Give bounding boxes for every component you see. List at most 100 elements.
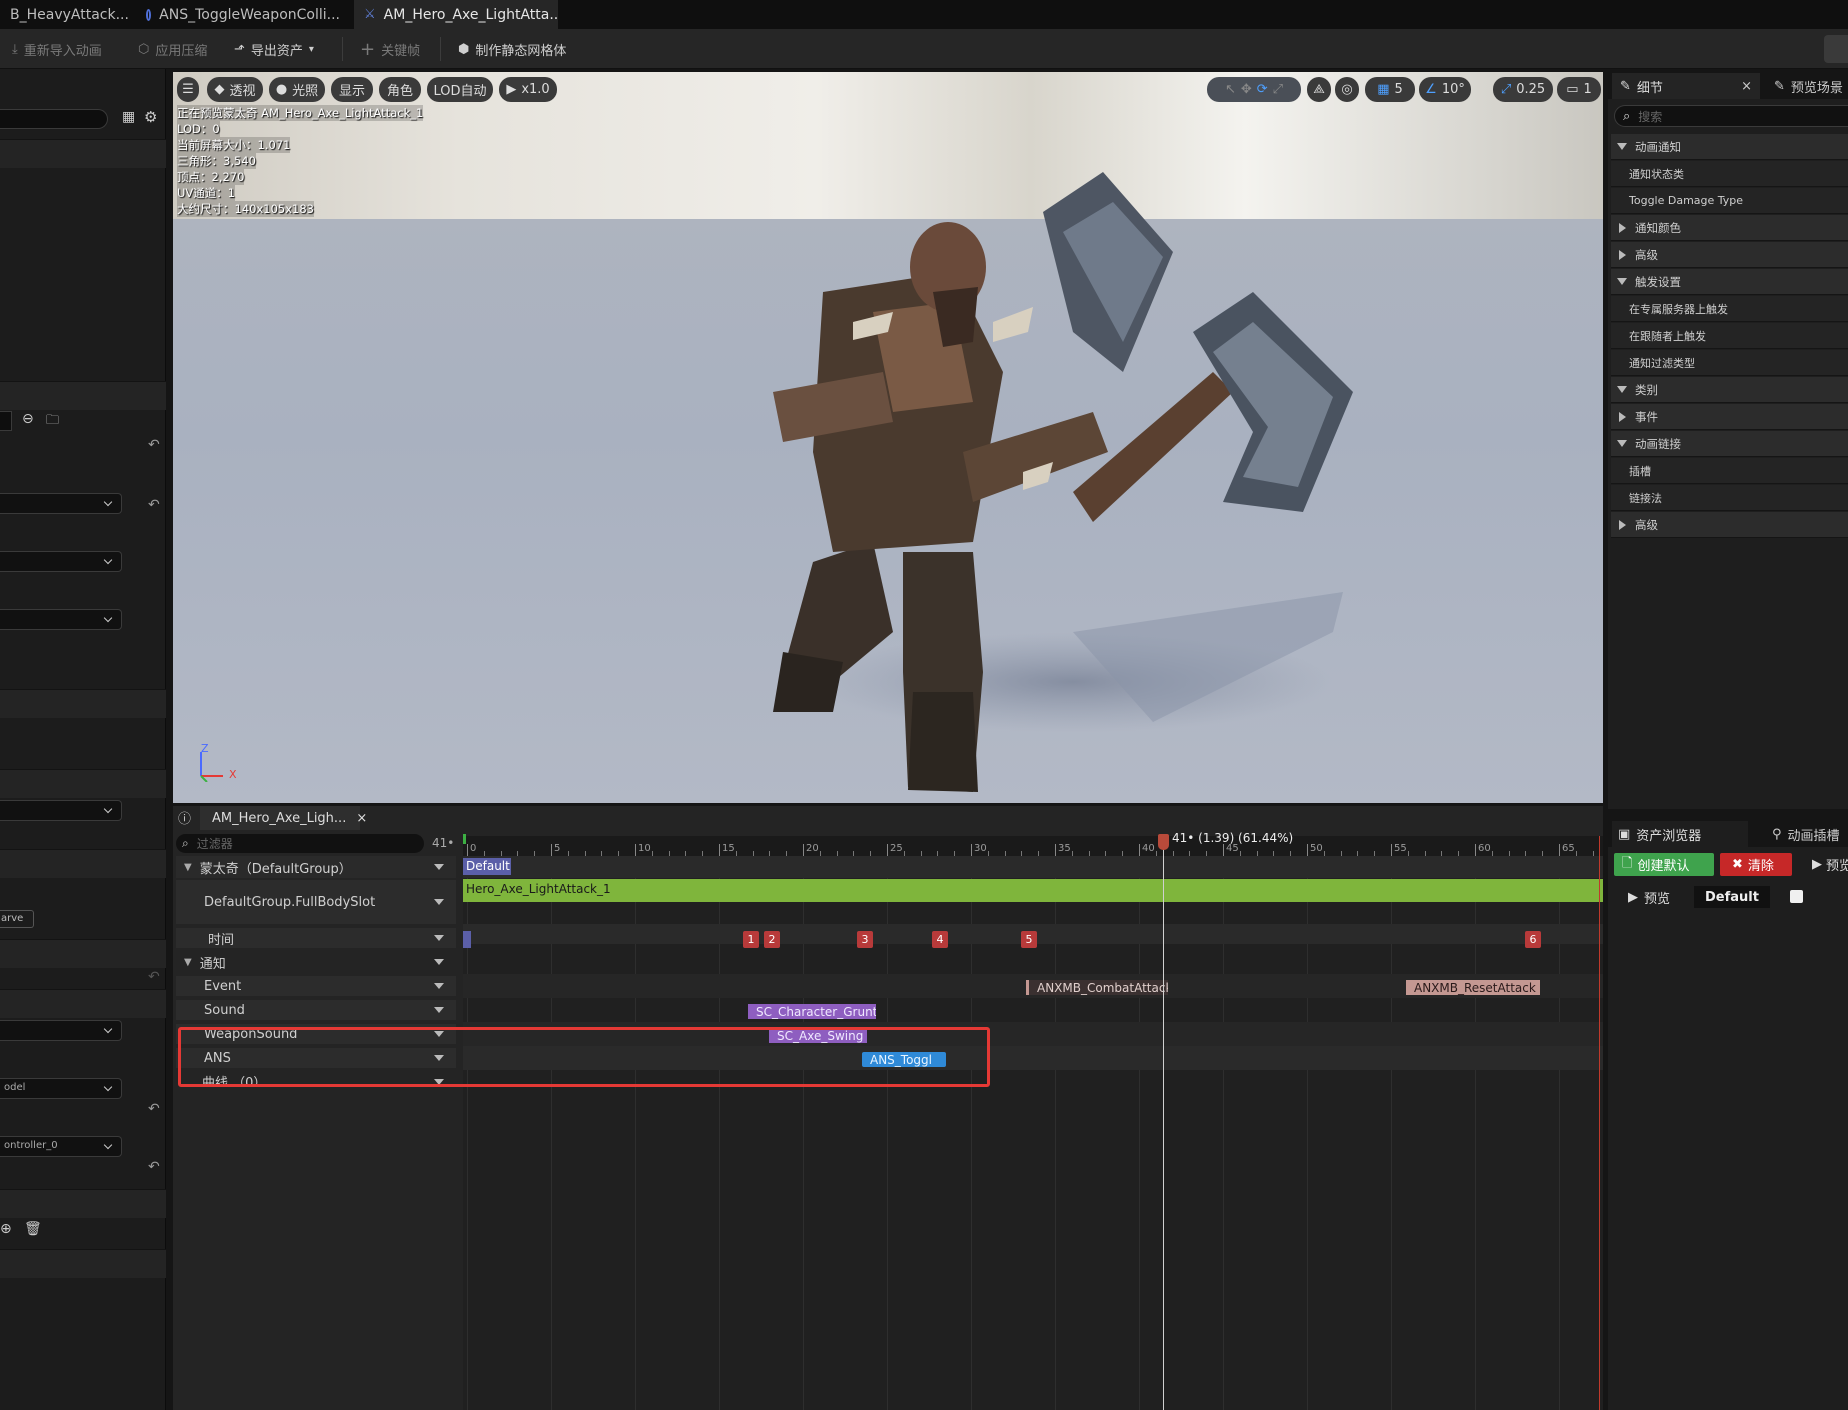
details-search-input[interactable]: ⌕ 搜索 (1614, 105, 1848, 127)
slot-icon: ⚲ (1772, 826, 1782, 842)
track-notifies[interactable]: ▼ 通知 (176, 952, 456, 972)
timeline-area[interactable] (463, 836, 1603, 1410)
close-icon[interactable]: × (1741, 79, 1752, 94)
details-category[interactable]: 触发设置 (1611, 269, 1848, 295)
scale-snap-button[interactable]: ⤢ 0.25 (1493, 77, 1553, 102)
lod-button[interactable]: LOD自动 (427, 77, 493, 102)
world-local-button[interactable]: ◎ (1335, 77, 1359, 102)
show-button[interactable]: 显示 (331, 77, 373, 102)
details-category[interactable]: 高级 (1611, 512, 1848, 538)
tab-anim-slots[interactable]: ⚲ 动画插槽 (1772, 821, 1848, 847)
perspective-button[interactable]: ◆ 透视 (207, 77, 263, 102)
gear-icon[interactable]: ⚙ (144, 108, 157, 126)
details-property[interactable]: 在跟随者上触发 (1611, 323, 1848, 349)
sequencer-filter-input[interactable]: ⌕ 过滤器 (176, 834, 424, 853)
details-category[interactable]: 类别 (1611, 377, 1848, 403)
details-category[interactable]: 动画通知 (1611, 134, 1848, 160)
playhead-handle[interactable] (1158, 834, 1169, 850)
details-property[interactable]: 插槽 (1611, 458, 1848, 484)
reset-icon[interactable]: ↶ (148, 1159, 160, 1175)
notify-reset-attack[interactable]: ANXMB_ResetAttack (1406, 980, 1540, 995)
make-static-mesh-button[interactable]: ⬢ 制作静态网格体 (458, 29, 566, 69)
notify-character-grunt[interactable]: SC_Character_Grunt (748, 1004, 876, 1019)
section-default-field[interactable]: Default (1694, 886, 1770, 908)
tab-details[interactable]: ✎ 细节 × (1612, 73, 1760, 99)
marker-4[interactable]: 4 (932, 931, 948, 948)
details-property[interactable]: 通知过滤类型 (1611, 350, 1848, 376)
viewport[interactable]: ☰ ◆ 透视 ● 光照 显示 角色 LOD自动 ▶ x1.0 正在预览蒙太奇 AM_H… (173, 72, 1603, 803)
details-property[interactable]: 在专属服务器上触发 (1611, 296, 1848, 322)
reset-icon[interactable]: ↶ (148, 437, 160, 453)
track-time[interactable]: 时间 (176, 928, 456, 948)
notify-combat-attack[interactable]: ANXMB_CombatAttack (1026, 980, 1168, 995)
marker-6[interactable]: 6 (1525, 931, 1541, 948)
curve-chip[interactable]: arve (0, 910, 34, 928)
marker-5[interactable]: 5 (1021, 931, 1037, 948)
tab-ans-toggle[interactable]: ANS_ToggleWeaponColli... (136, 0, 350, 29)
left-combo-3[interactable] (0, 609, 122, 630)
left-combo-2[interactable] (0, 551, 122, 572)
clear-button[interactable]: ✖ 清除 (1720, 853, 1792, 876)
track-event[interactable]: Event (176, 976, 456, 996)
reimport-button[interactable]: ⤓ 重新导入动画 (12, 29, 102, 69)
timeline-ruler[interactable] (463, 836, 1603, 856)
reset-icon[interactable]: ↶ (148, 1101, 160, 1117)
marker-3[interactable]: 3 (857, 931, 873, 948)
create-default-button[interactable]: 🗋 创建默认 (1614, 853, 1714, 876)
tab-montage-sequencer[interactable]: AM_Hero_Axe_Ligh... × (200, 806, 367, 830)
details-category[interactable]: 动画链接 (1611, 431, 1848, 457)
left-combo-1[interactable] (0, 493, 122, 514)
angle-snap-button[interactable]: ∠ 10° (1419, 77, 1471, 102)
tab-preview-scene[interactable]: ✎ 预览场景 (1774, 73, 1848, 99)
apply-compression-button[interactable]: ⬡ 应用压缩 (138, 29, 207, 69)
left-field[interactable] (0, 411, 12, 431)
reset-icon[interactable]: ↶ (148, 497, 160, 513)
section-default[interactable]: Default (463, 858, 511, 875)
details-category[interactable]: 高级 (1611, 242, 1848, 268)
reset-icon[interactable]: ↶ (148, 969, 160, 985)
add-circle-icon[interactable]: ⊕ (0, 1221, 12, 1237)
playback-speed-button[interactable]: ▶ x1.0 (499, 77, 557, 102)
details-property[interactable]: 通知状态类 (1611, 161, 1848, 187)
track-slot[interactable]: DefaultGroup.FullBodySlot (176, 880, 456, 924)
tab-heavy-attack[interactable]: B_HeavyAttack... • (0, 0, 132, 29)
settings-button[interactable] (1824, 35, 1848, 63)
details-category[interactable]: 通知颜色 (1611, 215, 1848, 241)
trash-icon[interactable]: 🗑 (24, 1221, 42, 1237)
grid-snap-button[interactable]: ▦ 5 (1365, 77, 1415, 102)
marker-2[interactable]: 2 (764, 931, 780, 948)
loop-checkbox[interactable] (1790, 890, 1803, 903)
camera-speed-button[interactable]: ▭ 1 (1557, 77, 1601, 102)
keyframe-button[interactable]: + 关键帧 (360, 29, 420, 69)
anim-segment[interactable]: Hero_Axe_LightAttack_1 (463, 879, 1603, 902)
expand-triangle-icon (1617, 278, 1627, 285)
left-combo-5[interactable] (0, 1020, 122, 1041)
tab-am-hero-axe[interactable]: ⚔ AM_Hero_Axe_LightAtta... × (354, 0, 558, 29)
viewport-menu-button[interactable]: ☰ (177, 77, 199, 102)
back-arrow-icon[interactable]: ⊖ (22, 411, 34, 427)
marker-start[interactable] (463, 931, 471, 948)
track-montage[interactable]: ▼ 蒙太奇（DefaultGroup） (176, 856, 456, 878)
surface-snap-button[interactable]: ⟁ (1307, 77, 1331, 102)
export-asset-button[interactable]: ⬏ 导出资产 ▾ (234, 29, 314, 69)
marker-1[interactable]: 1 (743, 931, 759, 948)
transform-tools[interactable]: ↖ ✥ ⟳ ⤢ (1207, 77, 1301, 102)
help-icon[interactable]: ⓘ (178, 808, 191, 827)
preview-button[interactable]: ▶ 预览 (1628, 888, 1670, 907)
close-icon[interactable]: × (356, 811, 367, 826)
details-property[interactable]: 链接法 (1611, 485, 1848, 511)
left-search-input[interactable] (0, 109, 108, 129)
model-combo[interactable]: odel (0, 1078, 122, 1099)
controller-combo[interactable]: ontroller_0 (0, 1136, 122, 1157)
track-sound[interactable]: Sound (176, 1000, 456, 1020)
browse-folder-icon[interactable]: 🗀 (46, 411, 59, 433)
character-button[interactable]: 角色 (379, 77, 421, 102)
details-category[interactable]: 事件 (1611, 404, 1848, 430)
close-icon: ✖ (1732, 857, 1743, 872)
details-property[interactable]: Toggle Damage Type (1611, 188, 1848, 214)
left-combo-4[interactable] (0, 800, 122, 821)
tab-asset-browser[interactable]: ▣ 资产浏览器 (1612, 821, 1748, 847)
table-icon[interactable]: ▦ (122, 109, 135, 125)
preview-slot-button[interactable]: ▶ 预览 (1812, 853, 1848, 876)
lighting-button[interactable]: ● 光照 (269, 77, 325, 102)
